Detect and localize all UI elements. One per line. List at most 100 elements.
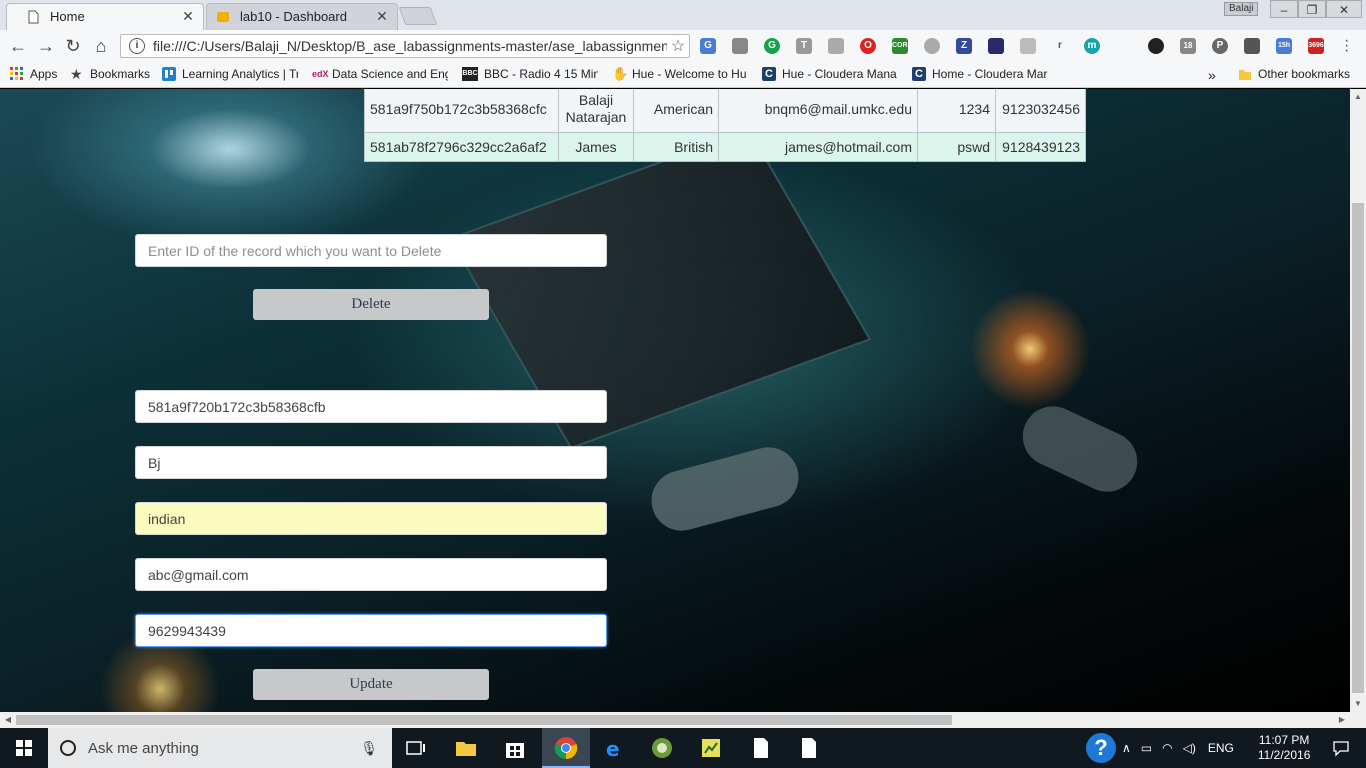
new-tab-button[interactable] (398, 7, 438, 25)
close-window-button[interactable]: ✕ (1326, 0, 1362, 18)
tray-chevron-up-icon[interactable]: ∧ (1122, 741, 1131, 755)
opera-extension-icon[interactable]: O (860, 38, 876, 54)
bookmark-label: Learning Analytics | Tr (182, 67, 298, 81)
task-view-icon[interactable] (404, 736, 428, 760)
bookmarks-overflow-chevron[interactable]: » (1208, 67, 1216, 83)
browser-toolbar: ← → ↻ ⌂ i file:///C:/Users/Balaji_N/Desk… (0, 30, 1366, 62)
forward-arrow-icon[interactable]: → (36, 36, 56, 56)
spreadsheet-icon[interactable] (699, 736, 723, 760)
edge-icon[interactable]: e (602, 736, 626, 760)
trello-icon (162, 67, 176, 81)
info-icon[interactable]: i (129, 38, 145, 54)
back-arrow-icon[interactable]: ← (8, 36, 28, 56)
scroll-up-arrow-icon[interactable]: ▲ (1350, 89, 1366, 105)
bookmark-star-icon[interactable]: ☆ (667, 36, 689, 56)
profile-button[interactable]: Balaji (1224, 2, 1259, 16)
bookmark-home-cloudera[interactable]: C Home - Cloudera Mar (912, 67, 1048, 81)
update-nationality-input[interactable] (135, 502, 607, 535)
svg-text:e: e (606, 737, 620, 760)
document-extension-icon[interactable] (732, 38, 748, 54)
windows-start-icon[interactable] (0, 728, 48, 768)
bookmark-apps[interactable]: Apps (10, 67, 57, 81)
record-name: James (558, 132, 634, 162)
record-email: bnqm6@mail.umkc.edu (718, 89, 918, 133)
bookmark-data-science[interactable]: edX Data Science and Eng (312, 67, 448, 81)
android-studio-icon[interactable] (650, 736, 674, 760)
astro-extension-icon[interactable] (988, 38, 1004, 54)
camera-extension-icon[interactable] (1148, 38, 1164, 54)
language-indicator[interactable]: ENG (1208, 741, 1234, 755)
cortana-search-box[interactable]: Ask me anything 🎙 (48, 728, 392, 768)
clock[interactable]: 11:07 PM 11/2/2016 (1258, 733, 1311, 763)
delete-button[interactable]: Delete (253, 289, 489, 320)
rainbow-extension-icon[interactable] (1116, 38, 1132, 54)
apps-grid-icon (10, 67, 23, 80)
help-question-icon[interactable]: ? (1086, 733, 1116, 763)
grammarly-extension-icon[interactable]: G (764, 38, 780, 54)
zotero-extension-icon[interactable]: Z (956, 38, 972, 54)
mendeley-extension-icon[interactable]: m (1084, 38, 1100, 54)
gmail-extension-icon[interactable]: 3696 (1308, 38, 1324, 54)
chrome-taskbar-button[interactable] (542, 728, 590, 768)
update-email-input[interactable] (135, 558, 607, 591)
delete-id-input[interactable] (135, 234, 607, 267)
bookmark-label: Apps (30, 67, 58, 81)
tab-home[interactable]: Home ✕ (6, 3, 204, 30)
scroll-down-arrow-icon[interactable]: ▼ (1350, 696, 1366, 712)
scroll-right-arrow-icon[interactable]: ▶ (1334, 712, 1350, 728)
horizontal-scrollbar[interactable]: ◀ ▶ (0, 712, 1366, 728)
store-icon[interactable] (503, 736, 527, 760)
bookmark-bookmarks[interactable]: ★ Bookmarks (70, 67, 150, 81)
record-nationality: British (633, 132, 719, 162)
reload-icon[interactable]: ↻ (63, 36, 83, 56)
update-name-input[interactable] (135, 446, 607, 479)
chrome-icon (554, 737, 578, 760)
chat-extension-icon[interactable]: 15h (1276, 38, 1292, 54)
volume-icon[interactable]: ◁) (1183, 741, 1196, 755)
horizontal-scroll-thumb[interactable] (16, 715, 952, 725)
document-icon[interactable] (797, 736, 821, 760)
battery-icon[interactable]: ▭ (1141, 741, 1152, 755)
translate-alt-extension-icon[interactable] (1020, 38, 1036, 54)
reader-extension-icon[interactable]: T (796, 38, 812, 54)
bookmark-bbc-radio[interactable]: BBC BBC - Radio 4 15 Min (462, 67, 598, 81)
vertical-scroll-thumb[interactable] (1352, 203, 1364, 693)
update-id-input[interactable] (135, 390, 607, 423)
other-bookmarks[interactable]: Other bookmarks (1238, 67, 1350, 81)
bookmark-label: Hue - Welcome to Hu (632, 67, 747, 81)
clock-time: 11:07 PM (1258, 733, 1310, 747)
folder-icon (1239, 70, 1251, 80)
microphone-icon[interactable]: 🎙 (360, 740, 378, 757)
lightbulb-extension-icon[interactable] (1244, 38, 1260, 54)
address-bar[interactable]: i file:///C:/Users/Balaji_N/Desktop/B_as… (120, 34, 690, 58)
drive-extension-icon[interactable] (828, 38, 844, 54)
update-button[interactable]: Update (253, 669, 489, 700)
close-tab-icon[interactable]: ✕ (374, 8, 390, 25)
pushbullet-extension-icon[interactable]: P (1212, 38, 1228, 54)
vertical-scrollbar[interactable]: ▲ ▼ (1350, 89, 1366, 712)
tab-lab10-dashboard[interactable]: lab10 - Dashboard ✕ (206, 3, 398, 30)
bookmarks-bar: Apps ★ Bookmarks Learning Analytics | Tr… (0, 62, 1366, 88)
wifi-icon[interactable]: ◠ (1162, 741, 1172, 755)
home-icon[interactable]: ⌂ (91, 36, 111, 56)
bookmark-hue-welcome[interactable]: ✋ Hue - Welcome to Hu (612, 67, 748, 81)
record-phone: 9128439123 (995, 132, 1086, 162)
restore-button[interactable]: ❐ (1298, 0, 1326, 18)
scroll-left-arrow-icon[interactable]: ◀ (0, 712, 16, 728)
hue-icon: ✋ (612, 67, 629, 81)
close-tab-icon[interactable]: ✕ (180, 8, 196, 25)
bookmark-learning-analytics[interactable]: Learning Analytics | Tr (162, 67, 298, 81)
weather-extension-icon[interactable]: 18 (1180, 38, 1196, 54)
chrome-menu-icon[interactable]: · · · (1344, 33, 1350, 59)
bookmark-hue-cloudera[interactable]: C Hue - Cloudera Mana (762, 67, 898, 81)
compass-extension-icon[interactable] (924, 38, 940, 54)
r-extension-icon[interactable]: r (1052, 38, 1068, 54)
record-nationality: American (633, 89, 719, 133)
cors-extension-icon[interactable]: CORS (892, 38, 912, 54)
action-center-icon[interactable] (1332, 739, 1350, 757)
file-explorer-icon[interactable] (454, 736, 478, 760)
update-phone-input[interactable] (135, 614, 607, 647)
document-icon[interactable] (749, 736, 773, 760)
minimize-button[interactable]: – (1270, 0, 1298, 18)
translate-extension-icon[interactable]: G (700, 38, 716, 54)
